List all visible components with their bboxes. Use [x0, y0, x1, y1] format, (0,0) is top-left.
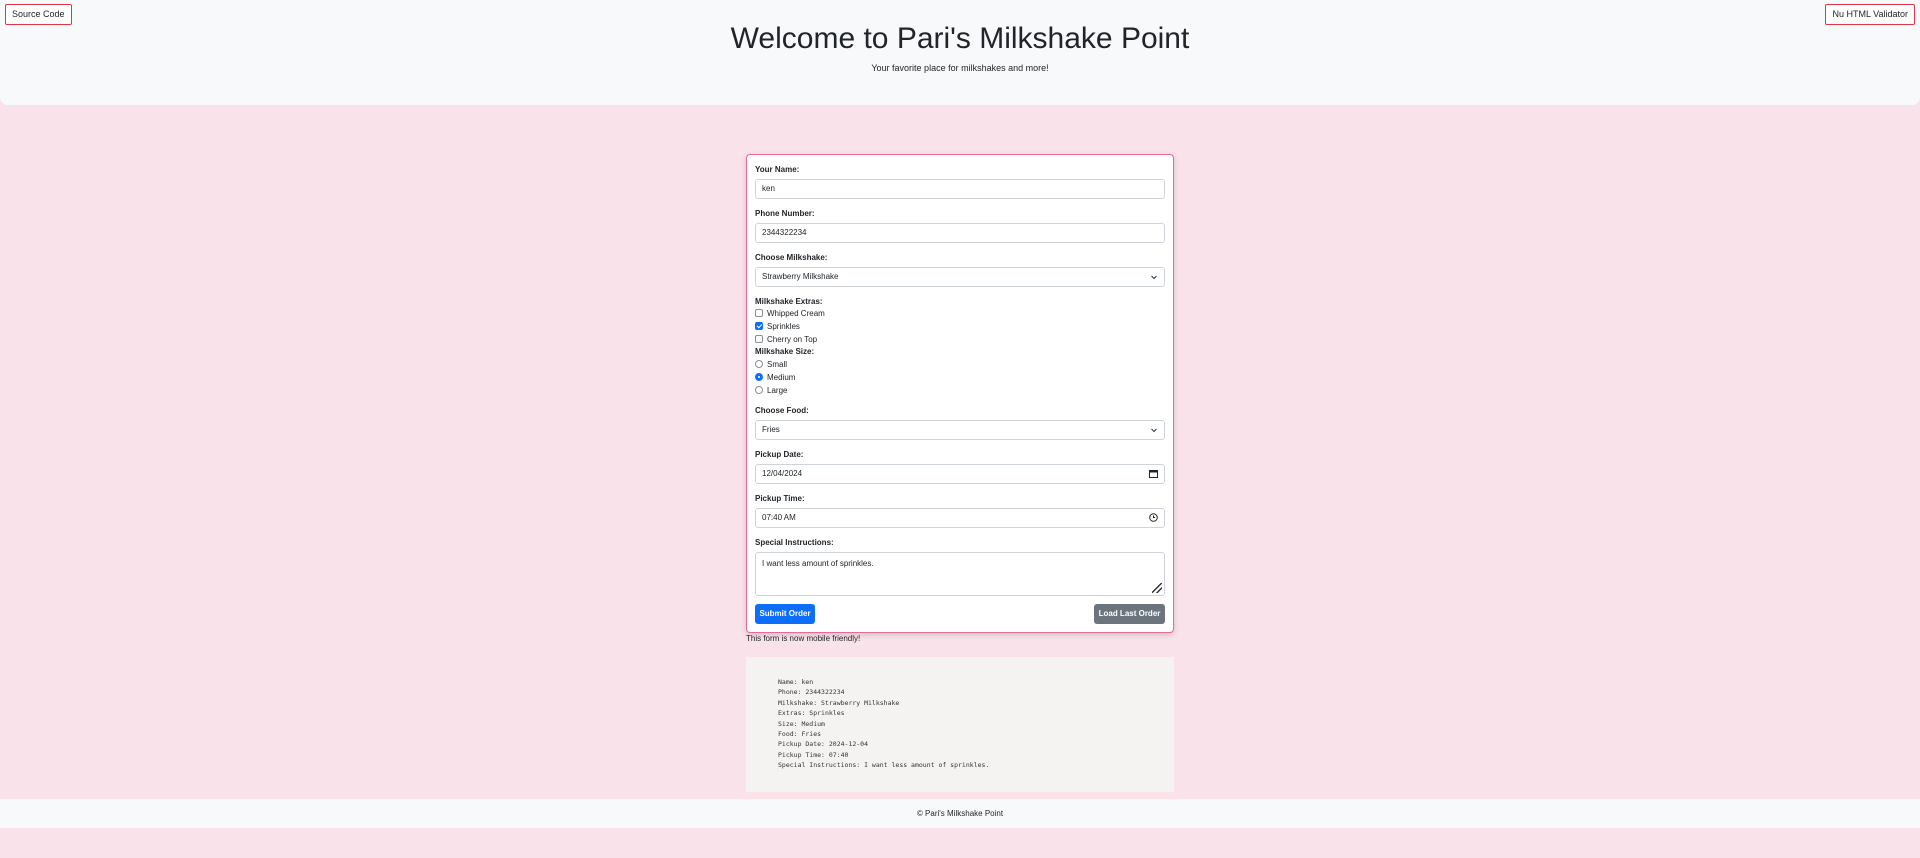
- site-header: Source Code Nu HTML Validator Welcome to…: [0, 0, 1920, 105]
- name-input[interactable]: ken: [755, 179, 1165, 199]
- site-footer: © Pari's Milkshake Point: [0, 799, 1920, 828]
- date-label: Pickup Date:: [755, 450, 804, 459]
- extra-cherry-on-top[interactable]: Cherry on Top: [755, 334, 817, 346]
- time-label: Pickup Time:: [755, 494, 805, 503]
- instructions-label: Special Instructions:: [755, 538, 834, 547]
- summary-line: Phone: 2344322234: [778, 688, 845, 697]
- submit-order-button[interactable]: Submit Order: [755, 604, 815, 624]
- order-form: Your Name: ken Phone Number: 2344322234 …: [746, 154, 1174, 633]
- extras-label: Milkshake Extras:: [755, 297, 823, 306]
- milkshake-select[interactable]: Strawberry Milkshake: [755, 267, 1165, 287]
- food-label: Choose Food:: [755, 406, 809, 415]
- size-label: Milkshake Size:: [755, 347, 815, 356]
- phone-input[interactable]: 2344322234: [755, 223, 1165, 243]
- phone-label: Phone Number:: [755, 209, 815, 218]
- mobile-friendly-note: This form is now mobile friendly!: [746, 634, 861, 643]
- summary-line: Food: Fries: [778, 729, 822, 738]
- name-label: Your Name:: [755, 165, 800, 174]
- summary-line: Milkshake: Strawberry Milkshake: [778, 698, 900, 707]
- checkbox-cherry-on-top[interactable]: [755, 335, 763, 343]
- food-select[interactable]: Fries: [755, 420, 1165, 440]
- extra-sprinkles[interactable]: Sprinkles: [755, 321, 800, 333]
- resize-handle-icon[interactable]: [1152, 583, 1162, 593]
- radio-medium[interactable]: [755, 373, 763, 381]
- summary-line: Pickup Date: 2024-12-04: [778, 740, 869, 749]
- size-medium[interactable]: Medium: [755, 372, 795, 384]
- load-last-order-button[interactable]: Load Last Order: [1094, 604, 1165, 624]
- checkbox-sprinkles[interactable]: [755, 322, 763, 330]
- calendar-icon[interactable]: [1149, 465, 1158, 483]
- size-small[interactable]: Small: [755, 359, 787, 371]
- order-summary: Name: ken Phone: 2344322234 Milkshake: S…: [746, 657, 1174, 792]
- summary-line: Name: ken: [778, 678, 814, 686]
- page-subtitle: Your favorite place for milkshakes and m…: [871, 63, 1049, 73]
- size-large[interactable]: Large: [755, 385, 787, 397]
- chevron-down-icon: [1150, 421, 1158, 439]
- radio-large[interactable]: [755, 386, 763, 394]
- extra-whipped-cream[interactable]: Whipped Cream: [755, 308, 825, 320]
- summary-line: Special Instructions: I want less amount…: [778, 761, 990, 770]
- pickup-time-input[interactable]: 07:40 AM: [755, 508, 1165, 528]
- pickup-date-input[interactable]: 12/04/2024: [755, 464, 1165, 484]
- milkshake-label: Choose Milkshake:: [755, 253, 828, 262]
- checkbox-whipped-cream[interactable]: [755, 309, 763, 317]
- instructions-textarea[interactable]: I want less amount of sprinkles.: [755, 552, 1165, 596]
- summary-line: Extras: Sprinkles: [778, 709, 845, 718]
- clock-icon[interactable]: [1149, 509, 1158, 527]
- page-title: Welcome to Pari's Milkshake Point: [730, 22, 1190, 55]
- summary-line: Size: Medium: [778, 719, 825, 728]
- radio-small[interactable]: [755, 360, 763, 368]
- chevron-down-icon: [1150, 268, 1158, 286]
- summary-line: Pickup Time: 07:40: [778, 750, 849, 759]
